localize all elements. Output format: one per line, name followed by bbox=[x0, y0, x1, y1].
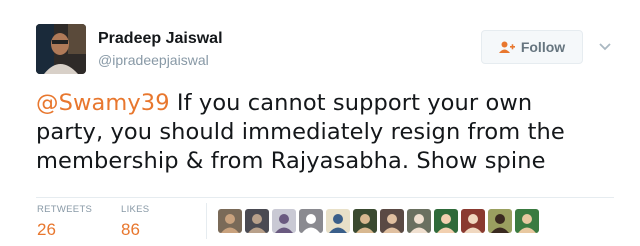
liker-avatar[interactable] bbox=[299, 209, 323, 233]
retweets-count: 26 bbox=[37, 220, 56, 239]
avatar[interactable] bbox=[36, 24, 86, 74]
liker-avatar[interactable] bbox=[245, 209, 269, 233]
liker-avatar[interactable] bbox=[380, 209, 404, 233]
liker-avatar[interactable] bbox=[488, 209, 512, 233]
user-handle[interactable]: @ipradeepjaiswal bbox=[98, 52, 209, 68]
chevron-down-icon[interactable] bbox=[597, 38, 613, 54]
mention-link[interactable]: @Swamy39 bbox=[36, 90, 170, 116]
liker-avatar[interactable] bbox=[515, 209, 539, 233]
liker-avatars bbox=[218, 209, 539, 233]
liker-avatar[interactable] bbox=[434, 209, 458, 233]
retweets-stat[interactable]: RETWEETS 26 bbox=[37, 204, 92, 240]
likes-stat[interactable]: LIKES 86 bbox=[121, 204, 149, 240]
liker-avatar[interactable] bbox=[326, 209, 350, 233]
retweets-label: RETWEETS bbox=[37, 204, 93, 215]
divider bbox=[36, 197, 614, 198]
likes-label: LIKES bbox=[121, 204, 150, 215]
liker-avatar[interactable] bbox=[218, 209, 242, 233]
liker-avatar[interactable] bbox=[353, 209, 377, 233]
liker-avatar[interactable] bbox=[407, 209, 431, 233]
tweet-text: @Swamy39 If you cannot support your own … bbox=[36, 89, 606, 176]
stats-divider bbox=[206, 203, 207, 239]
likes-count: 86 bbox=[121, 220, 140, 239]
avatar-photo bbox=[36, 24, 86, 74]
add-user-icon bbox=[498, 41, 515, 53]
display-name[interactable]: Pradeep Jaiswal bbox=[98, 30, 223, 48]
follow-label: Follow bbox=[520, 39, 566, 55]
liker-avatar[interactable] bbox=[272, 209, 296, 233]
liker-avatar[interactable] bbox=[461, 209, 485, 233]
follow-button[interactable]: Follow bbox=[481, 30, 583, 64]
